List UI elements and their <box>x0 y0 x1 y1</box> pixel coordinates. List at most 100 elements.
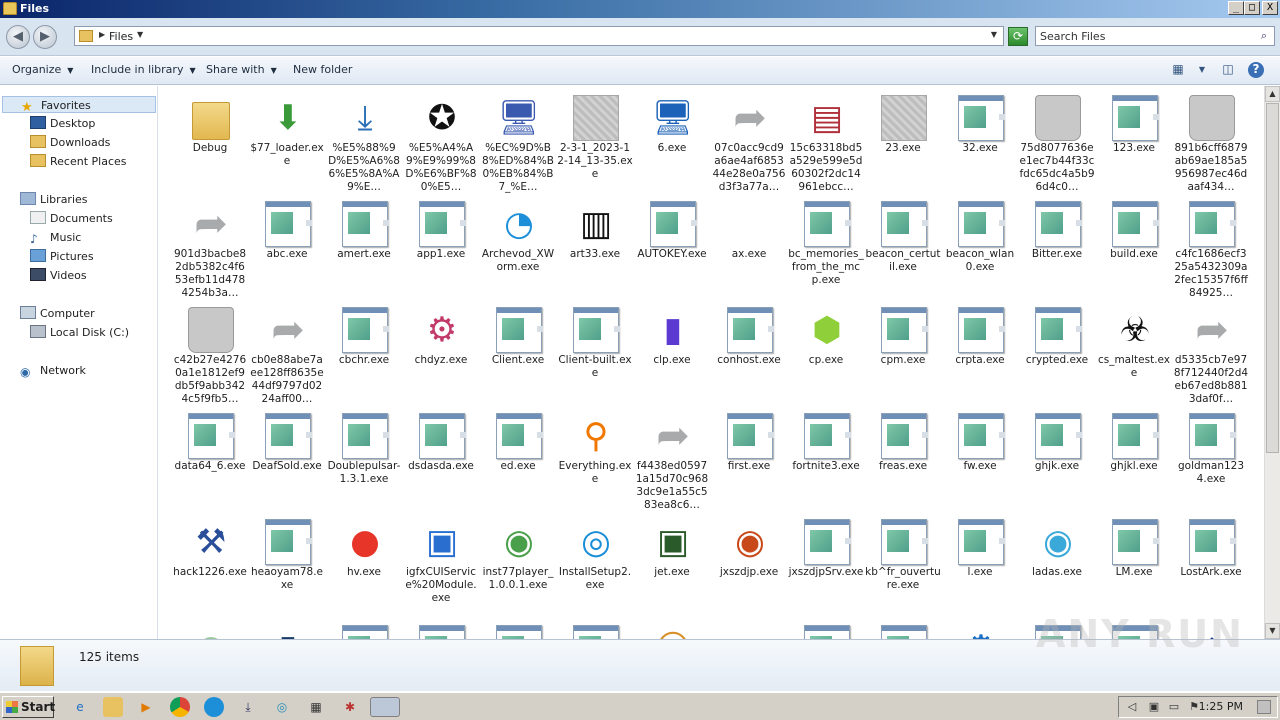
file-item[interactable]: bc_memories_from_the_mcp.exe <box>788 198 864 304</box>
power-icon[interactable]: ▭ <box>1167 700 1181 714</box>
share-with-button[interactable]: Share with ▼ <box>206 63 277 76</box>
search-input[interactable] <box>1040 29 1250 43</box>
scroll-up-button[interactable]: ▲ <box>1265 86 1280 102</box>
chevron-right-icon[interactable]: ▶ <box>99 30 105 39</box>
nav-videos[interactable]: Videos <box>30 267 87 284</box>
nav-documents[interactable]: Documents <box>30 210 113 227</box>
file-item[interactable]: LM.exe <box>1096 516 1170 622</box>
file-item[interactable]: ➦ 07c0acc9cd9a6ae4af685344e28e0a756d3f3a7… <box>711 92 786 198</box>
file-item[interactable]: ❧ <box>711 622 785 639</box>
file-item[interactable]: LostArk.exe <box>1173 516 1247 622</box>
file-item[interactable]: ⚙ <box>942 622 1016 639</box>
file-item[interactable]: Client-built.exe <box>557 304 632 410</box>
file-item[interactable]: dsdasda.exe <box>403 410 477 516</box>
file-item[interactable]: data64_6.exe <box>172 410 246 516</box>
file-item[interactable]: ➦ d5335cb7e978f712440f2d4eb67ed8b8813daf0… <box>1173 304 1248 410</box>
file-item[interactable]: 891b6cff6879ab69ae185a5956987ec46daaf434… <box>1173 92 1248 198</box>
file-item[interactable]: Client.exe <box>480 304 554 410</box>
search-icon[interactable]: ⌕ <box>1256 29 1272 43</box>
file-item[interactable]: ghjk.exe <box>1019 410 1093 516</box>
file-item[interactable]: ▣ igfxCUIService%20Module.exe <box>403 516 477 622</box>
search-box[interactable]: ⌕ <box>1035 26 1275 46</box>
view-dropdown-icon[interactable]: ▼ <box>1194 62 1210 78</box>
minimize-button[interactable]: _ <box>1228 1 1244 15</box>
organize-button[interactable]: Organize ▼ <box>12 63 73 76</box>
file-item[interactable]: ▣ jet.exe <box>634 516 708 622</box>
file-item[interactable]: ▮ clp.exe <box>634 304 708 410</box>
file-item[interactable]: build.exe <box>1096 198 1170 304</box>
chrome-icon[interactable] <box>170 697 190 717</box>
ie-icon[interactable]: e <box>70 697 90 717</box>
file-item[interactable]: heaoyam78.exe <box>249 516 323 622</box>
file-item[interactable]: 32.exe <box>942 92 1016 198</box>
vertical-scrollbar[interactable]: ▲ ▼ <box>1264 86 1280 639</box>
file-item[interactable]: ➦ f4438ed05971a15d70c9683dc9e1a55c583ea8c… <box>634 410 708 516</box>
media-player-icon[interactable]: ▶ <box>136 697 156 717</box>
file-item[interactable] <box>403 622 477 639</box>
file-item[interactable]: cpm.exe <box>865 304 939 410</box>
nav-recent-places[interactable]: Recent Places <box>30 153 127 170</box>
file-item[interactable]: ➦ 901d3bacbe82db5382c4f653efb11d4784254b3… <box>172 198 246 304</box>
file-item[interactable]: ● <box>172 622 246 639</box>
file-item[interactable]: Debug <box>172 92 246 198</box>
file-item[interactable]: Doublepulsar-1.3.1.exe <box>326 410 400 516</box>
file-item[interactable]: crypted.exe <box>1019 304 1093 410</box>
file-item[interactable]: fortnite3.exe <box>788 410 862 516</box>
nav-computer[interactable]: Computer <box>20 305 95 322</box>
file-item[interactable]: ax.exe <box>711 198 785 304</box>
forward-button[interactable]: ▶ <box>33 25 57 49</box>
file-item[interactable]: amert.exe <box>326 198 400 304</box>
file-item[interactable]: ⚲ Everything.exe <box>557 410 632 516</box>
file-item[interactable]: goldman1234.exe <box>1173 410 1247 516</box>
file-item[interactable]: Bitter.exe <box>1019 198 1093 304</box>
include-in-library-button[interactable]: Include in library ▼ <box>91 63 196 76</box>
file-item[interactable]: ▮ <box>249 622 323 639</box>
file-item[interactable]: 🖥 6.exe <box>634 92 708 198</box>
file-item[interactable]: jxszdjpSrv.exe <box>788 516 863 622</box>
file-item[interactable] <box>788 622 862 639</box>
back-button[interactable]: ◀ <box>6 25 30 49</box>
file-item[interactable]: crpta.exe <box>942 304 1016 410</box>
nav-network[interactable]: ◉ Network <box>20 362 86 379</box>
file-item[interactable]: app1.exe <box>403 198 477 304</box>
start-button[interactable]: Start <box>2 696 55 718</box>
file-item[interactable]: 🖥 %EC%9D%B8%ED%84%B0%EB%84%B7_%E… <box>480 92 554 198</box>
file-item[interactable] <box>326 622 400 639</box>
scroll-thumb[interactable] <box>1266 103 1279 453</box>
file-item[interactable]: ◉ jxszdjp.exe <box>711 516 785 622</box>
file-item[interactable]: fw.exe <box>942 410 1016 516</box>
file-item[interactable]: ⚒ hack1226.exe <box>172 516 247 622</box>
disc-icon[interactable]: ◎ <box>272 697 292 717</box>
nav-downloads[interactable]: Downloads <box>30 134 110 151</box>
chevron-down-icon[interactable]: ▼ <box>137 30 143 39</box>
file-item[interactable]: 75d8077636ee1ec7b44f33cfdc65dc4a5b96d4c0… <box>1019 92 1095 198</box>
file-item[interactable]: first.exe <box>711 410 785 516</box>
refresh-button[interactable]: ⟳ <box>1008 27 1028 46</box>
file-item[interactable]: AUTOKEY.exe <box>634 198 708 304</box>
breadcrumb-files[interactable]: Files <box>109 30 133 43</box>
nav-libraries[interactable]: Libraries <box>20 191 88 208</box>
app-icon[interactable]: ✱ <box>340 697 360 717</box>
file-item[interactable]: ✪ %E5%A4%A9%E9%99%8D%E6%BF%80%E5… <box>403 92 477 198</box>
file-item[interactable] <box>480 622 554 639</box>
file-item[interactable]: ◉ inst77player_1.0.0.1.exe <box>480 516 554 622</box>
file-item[interactable]: ⬇ $77_loader.exe <box>249 92 323 198</box>
file-item[interactable]: ◎ InstallSetup2.exe <box>557 516 631 622</box>
file-item[interactable]: ➦ cb0e88abe7aee128ff8635e44df9797d0224aff… <box>249 304 323 410</box>
maximize-button[interactable]: □ <box>1244 1 1260 15</box>
nav-music[interactable]: ♪ Music <box>30 229 81 246</box>
file-item[interactable]: ☺ <box>634 622 708 639</box>
show-desktop-button[interactable] <box>1257 700 1271 714</box>
file-item[interactable]: ⬢ cp.exe <box>788 304 862 410</box>
file-item[interactable]: ◉ ladas.exe <box>1019 516 1093 622</box>
file-item[interactable]: ed.exe <box>480 410 554 516</box>
network-tray-icon[interactable]: ▣ <box>1147 700 1161 714</box>
calculator-icon[interactable]: ▦ <box>306 697 326 717</box>
file-item[interactable]: c42b27e42760a1e1812ef9db5f9abb3424c5f9fb… <box>172 304 246 410</box>
new-folder-button[interactable]: New folder <box>293 63 352 76</box>
file-item[interactable]: ▥ art33.exe <box>557 198 631 304</box>
file-item[interactable]: ⤓ %E5%88%9D%E5%A6%86%E5%8A%A9%E… <box>326 92 400 198</box>
file-item[interactable]: beacon_certutil.exe <box>865 198 941 304</box>
change-view-icon[interactable]: ▦ <box>1170 62 1186 78</box>
address-bar[interactable]: ▶ Files ▼ ▼ <box>74 26 1004 46</box>
